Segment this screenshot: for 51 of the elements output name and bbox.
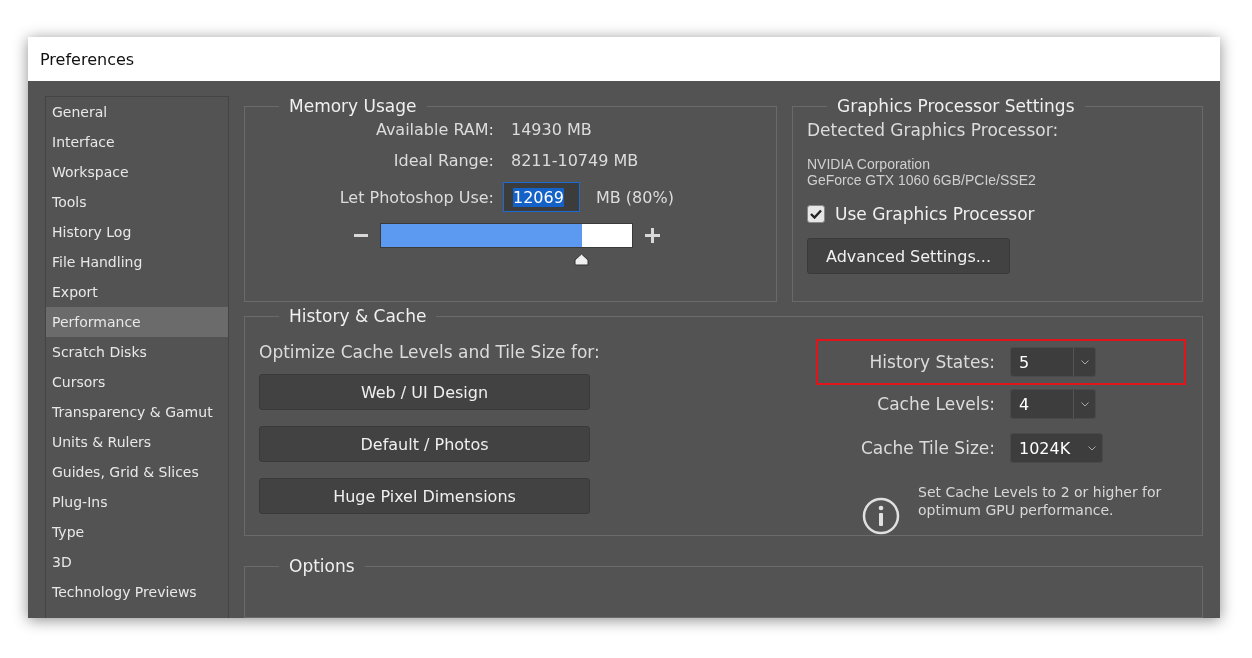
preset-button[interactable]: Web / UI Design [259,374,590,410]
field-label: Ideal Range: [393,151,494,170]
detected-gpu-label: Detected Graphics Processor: [807,120,1060,140]
dropdown[interactable]: 1024K [1010,433,1103,463]
group-title: Options [288,556,356,576]
field-label: Cache Levels: [877,394,995,414]
dropdown[interactable]: 5 [1010,347,1096,377]
sidebar-item[interactable]: Interface [46,127,228,157]
sidebar-item[interactable]: Units & Rulers [46,427,228,457]
sidebar-item[interactable]: Tools [46,187,228,217]
gpu-note: Set Cache Levels to 2 or higher for optimum GPU performance. [918,483,1163,519]
field-label: Cache Tile Size: [860,438,995,458]
preset-button[interactable]: Huge Pixel Dimensions [259,478,590,514]
caret-icon [1080,359,1089,365]
dropdown[interactable]: 4 [1010,389,1096,419]
sidebar-item[interactable]: History Log [46,217,228,247]
slider-thumb[interactable] [573,253,589,266]
sidebar-item[interactable]: Cursors [46,367,228,397]
field-label: Let Photoshop Use: [339,187,494,207]
group-title: Graphics Processor Settings [836,96,1076,116]
optimize-label: Optimize Cache Levels and Tile Size for: [259,342,600,362]
unit-label: MB (80%) [596,187,674,207]
window-title: Preferences [40,49,135,69]
sidebar-item[interactable]: Guides, Grid & Slices [46,457,228,487]
sidebar-item[interactable]: Plug-Ins [46,487,228,517]
preset-button[interactable]: Default / Photos [259,426,590,462]
sidebar-item[interactable]: File Handling [46,247,228,277]
sidebar-item[interactable]: Scratch Disks [46,337,228,367]
sidebar-item[interactable]: Export [46,277,228,307]
group-title: History & Cache [288,306,428,326]
sidebar-item[interactable]: 3D [46,547,228,577]
gpu-vendor: NVIDIA Corporation [807,156,931,172]
advanced-settings-button[interactable]: Advanced Settings... [807,238,1010,274]
checkbox[interactable] [807,205,825,223]
gpu-model: GeForce GTX 1060 6GB/PCIe/SSE2 [807,172,1037,188]
memory-input-field[interactable]: 12069 [503,182,580,212]
sidebar-item[interactable]: General [46,97,228,127]
caret-icon [1080,401,1089,407]
sidebar-item[interactable]: Performance [46,307,228,337]
checkbox-label: Use Graphics Processor [835,204,1035,224]
field-value: 14930 MB [511,120,593,139]
field-value: 8211-10749 MB [511,151,640,170]
caret-icon [1088,445,1096,451]
sidebar-item[interactable]: Workspace [46,157,228,187]
field-label: History States: [869,352,995,372]
sidebar-item[interactable]: Technology Previews [46,577,228,607]
sidebar-item[interactable]: Type [46,517,228,547]
field-label: Available RAM: [375,120,494,139]
sidebar-item[interactable]: Transparency & Gamut [46,397,228,427]
info-icon [862,497,900,535]
group-title: Memory Usage [288,96,418,116]
